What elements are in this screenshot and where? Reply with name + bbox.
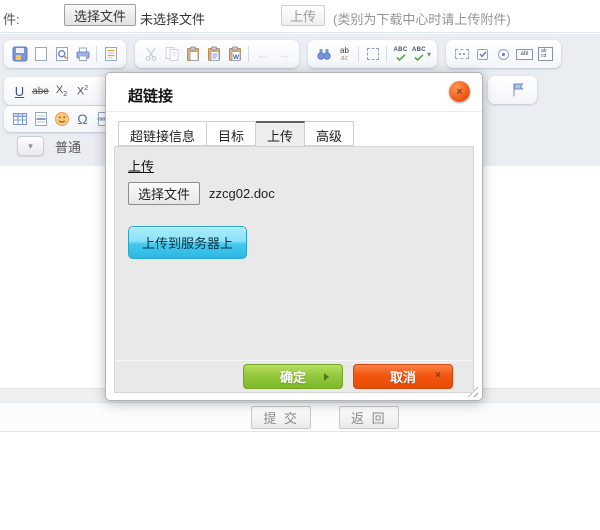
page: 件: 选择文件 未选择文件 上传 (类别为下载中心时请上传附件) <box>0 0 600 530</box>
textarea-icon[interactable]: ab cd <box>535 44 556 65</box>
ok-button[interactable]: 确定 <box>243 364 343 389</box>
flag-icon[interactable] <box>507 80 528 101</box>
dialog-title: 超链接 <box>106 73 482 112</box>
horizontal-rule-icon[interactable] <box>30 109 51 130</box>
save-icon[interactable] <box>9 44 30 65</box>
tab-target[interactable]: 目标 <box>207 121 256 146</box>
attachment-note: (类别为下载中心时请上传附件) <box>333 9 511 28</box>
tab-link-info[interactable]: 超链接信息 <box>118 121 207 146</box>
dialog-footer: 确定 取消 × <box>115 360 473 392</box>
toolbar-divider <box>248 46 249 62</box>
close-icon[interactable]: × <box>449 81 470 102</box>
special-char-icon[interactable]: Ω <box>72 109 93 130</box>
text-field-icon[interactable]: abl <box>514 44 535 65</box>
table-icon[interactable] <box>9 109 30 130</box>
toolbar-group-anchor <box>488 76 537 104</box>
hyperlink-dialog: 超链接 × 超链接信息 目标 上传 高级 上传 选择文件 zzcg02.doc … <box>105 72 483 401</box>
toolbar-divider <box>96 46 97 62</box>
format-combo-value[interactable]: 普通 <box>55 137 81 156</box>
toolbar-group-forms: abl ab cd <box>446 40 561 68</box>
hidden-field-icon[interactable] <box>451 44 472 65</box>
spell-check-menu-icon[interactable]: ABC ▾ <box>411 44 432 65</box>
selected-file-name: zzcg02.doc <box>209 186 275 201</box>
back-button[interactable]: 返 回 <box>339 406 399 429</box>
toolbar-group-clipboard: W ← → <box>135 40 299 68</box>
toolbar-divider <box>358 46 359 62</box>
attachment-label: 件: <box>3 9 20 28</box>
undo-icon[interactable]: ← <box>252 44 273 65</box>
radio-button-icon[interactable] <box>493 44 514 65</box>
replace-icon[interactable]: ab ac <box>334 44 355 65</box>
preview-icon[interactable] <box>51 44 72 65</box>
toolbar-divider <box>386 46 387 62</box>
cancel-button[interactable]: 取消 × <box>353 364 453 389</box>
templates-icon[interactable] <box>100 44 121 65</box>
paste-from-word-icon[interactable]: W <box>224 44 245 65</box>
find-icon[interactable] <box>313 44 334 65</box>
tab-advanced[interactable]: 高级 <box>305 121 354 146</box>
strikethrough-icon[interactable]: abe <box>30 81 51 102</box>
dialog-body: 上传 选择文件 zzcg02.doc 上传到服务器上 确定 取消 × <box>114 146 474 393</box>
tab-upload[interactable]: 上传 <box>256 121 305 147</box>
chevron-down-icon: ▾ <box>427 50 431 59</box>
ok-arrow-icon <box>324 373 329 381</box>
paste-text-icon[interactable] <box>203 44 224 65</box>
chevron-down-icon: ▾ <box>28 141 33 152</box>
select-all-icon[interactable] <box>362 44 383 65</box>
dialog-choose-file-button[interactable]: 选择文件 <box>128 182 200 205</box>
toolbar-group-document <box>4 40 126 68</box>
upload-field-label: 上传 <box>128 156 460 175</box>
spell-check-icon[interactable]: ABC <box>390 44 411 65</box>
no-file-selected-text: 未选择文件 <box>140 9 205 28</box>
redo-icon[interactable]: → <box>273 44 294 65</box>
underline-icon[interactable]: U <box>9 81 30 102</box>
superscript-icon[interactable]: X2 <box>72 81 93 102</box>
checkbox-icon[interactable] <box>472 44 493 65</box>
toolbar-row-4: ▾ 普通 <box>4 133 81 159</box>
smiley-icon[interactable] <box>51 109 72 130</box>
svg-text:W: W <box>232 54 239 61</box>
form-action-bar: 提 交 返 回 <box>0 402 600 432</box>
cancel-x-icon: × <box>435 370 441 381</box>
new-page-icon[interactable] <box>30 44 51 65</box>
submit-button[interactable]: 提 交 <box>251 406 311 429</box>
dialog-tabs: 超链接信息 目标 上传 高级 <box>118 121 354 146</box>
paste-icon[interactable] <box>182 44 203 65</box>
toolbar-row-1: W ← → ab ac <box>4 39 570 69</box>
print-icon[interactable] <box>72 44 93 65</box>
subscript-icon[interactable]: X2 <box>51 81 72 102</box>
toolbar-group-editing: ab ac ABC ABC <box>308 40 437 68</box>
copy-icon[interactable] <box>161 44 182 65</box>
attachment-bar: 件: 选择文件 未选择文件 上传 (类别为下载中心时请上传附件) <box>0 0 600 33</box>
file-input-row: 选择文件 zzcg02.doc <box>128 182 460 205</box>
format-combo-arrow[interactable]: ▾ <box>17 136 44 156</box>
attachment-choose-file-button[interactable]: 选择文件 <box>64 4 136 26</box>
upload-to-server-button[interactable]: 上传到服务器上 <box>128 226 247 259</box>
attachment-upload-button[interactable]: 上传 <box>281 5 325 26</box>
cut-icon[interactable] <box>140 44 161 65</box>
